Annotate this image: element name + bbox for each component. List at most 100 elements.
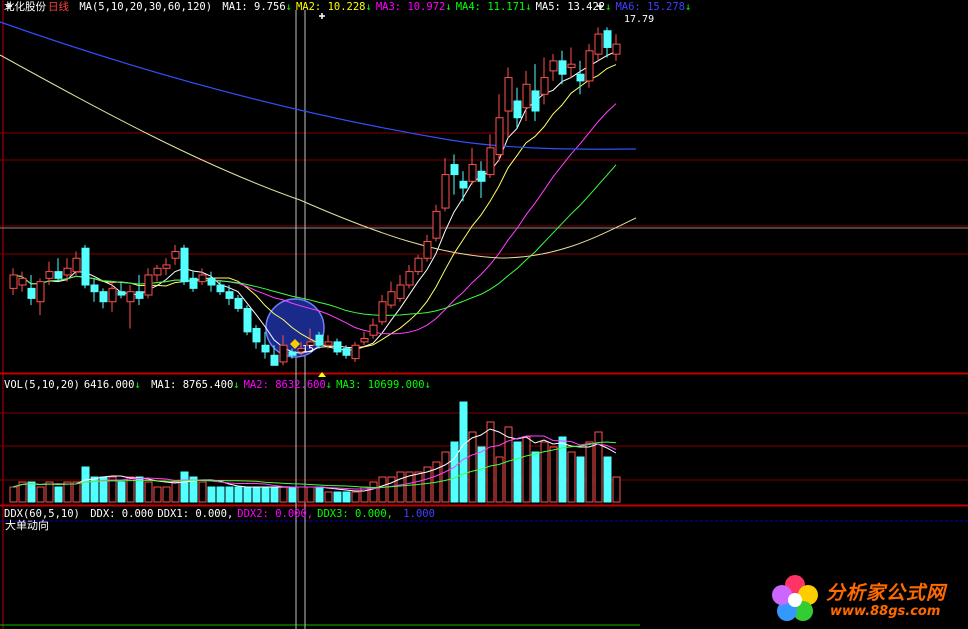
candle-body — [459, 180, 468, 189]
candle-body — [99, 291, 108, 303]
candle-body — [522, 83, 531, 109]
volume-bar — [180, 471, 189, 503]
volume-bar — [387, 476, 396, 503]
candle-body — [531, 90, 540, 112]
vol-indicator: VOL(5,10,20) — [4, 379, 80, 391]
volume-bar — [270, 486, 279, 503]
ma-indicator: MA(5,10,20,30,60,120) — [79, 1, 213, 13]
vol-header: VOL(5,10,20) 6416.000↓ MA1: 8765.400↓ MA2:… — [4, 378, 439, 392]
volume-bar — [549, 446, 558, 503]
candle-body — [468, 164, 477, 182]
candle-body — [108, 287, 117, 303]
candle-body — [180, 247, 189, 283]
volume-bar — [261, 486, 270, 503]
volume-bar — [441, 451, 450, 503]
candle-body — [135, 291, 144, 299]
ddx-item-0: DDX: 0.000 — [90, 508, 154, 520]
volume-bar — [171, 481, 180, 503]
candle-body — [198, 274, 207, 283]
candle-body — [594, 33, 603, 55]
candle-body — [414, 257, 423, 273]
ddx-item-4: 1.000 — [396, 508, 435, 520]
volume-bar — [306, 486, 315, 503]
candle-body — [360, 338, 369, 343]
candle-body — [117, 291, 126, 296]
volume-bar — [234, 486, 243, 503]
candle-body — [63, 267, 72, 276]
volume-bar — [378, 476, 387, 503]
volume-bar — [414, 471, 423, 503]
volume-bar — [603, 456, 612, 503]
ma-arrow-3: ↓ — [525, 1, 532, 13]
candle-body — [270, 354, 279, 366]
volume-bar — [225, 486, 234, 503]
candle-body — [90, 284, 99, 293]
candle-body — [54, 271, 63, 279]
candle-body — [549, 60, 558, 72]
candle-body — [261, 344, 270, 353]
ddx-item-1: DDX1: 0.000, — [157, 508, 234, 520]
candle-body — [351, 344, 360, 360]
volume-bar — [486, 421, 495, 503]
candle-body — [225, 291, 234, 299]
volume-bar — [396, 471, 405, 503]
volume-bar — [9, 486, 18, 503]
volume-bar — [612, 476, 621, 503]
ma-arrow-4: ↓ — [605, 1, 612, 13]
stock-name[interactable]: 北化股份 — [4, 1, 46, 13]
volume-bar — [468, 431, 477, 503]
candle-body — [405, 271, 414, 286]
candle-body — [72, 257, 81, 273]
candle-body — [387, 291, 396, 306]
high-price-label: 17.79 — [624, 14, 654, 25]
logo-text[interactable]: 分析家公式网 — [826, 578, 946, 605]
candle-body — [432, 210, 441, 239]
ma-arrow-5: ↓ — [685, 1, 692, 13]
volume-bar — [531, 451, 540, 503]
candle-body — [18, 277, 27, 286]
candle-body — [153, 267, 162, 276]
volume-bar — [504, 426, 513, 503]
candle-body — [513, 100, 522, 119]
candle-body — [558, 60, 567, 75]
candle-body — [396, 284, 405, 299]
candle-body — [243, 307, 252, 333]
volume-bar — [216, 486, 225, 503]
volume-bar — [153, 486, 162, 503]
ddx-item-2: DDX2: 0.000, — [237, 508, 314, 520]
candle-body — [378, 301, 387, 323]
volume-bar — [243, 486, 252, 503]
volume-bar — [522, 436, 531, 503]
flower-logo-icon — [772, 575, 818, 621]
volume-bar — [54, 486, 63, 503]
volume-bar — [333, 491, 342, 503]
logo-url[interactable]: www.88gs.com — [830, 604, 940, 619]
volume-bar — [27, 481, 36, 503]
volume-bar — [252, 486, 261, 503]
volma-arrow-0: ↓ — [233, 379, 240, 391]
candle-body — [324, 341, 333, 346]
ma-arrow-0: ↓ — [285, 1, 292, 13]
candle-body — [144, 274, 153, 296]
ddx-item-3: DDX3: 0.000, — [317, 508, 393, 520]
candle-body — [279, 344, 288, 363]
low-price-label: 15 — [302, 344, 314, 355]
volma-arrow-1: ↓ — [325, 379, 333, 391]
candle-body — [504, 77, 513, 112]
kline-chart: 17.79 15 — [0, 0, 968, 629]
candle-body — [585, 50, 594, 82]
volume-bar — [324, 491, 333, 503]
candle-body — [252, 328, 261, 343]
candle-body — [288, 351, 297, 356]
candle-body — [423, 241, 432, 259]
candle-body — [207, 277, 216, 286]
volume-bar — [297, 486, 306, 503]
candle-body — [9, 274, 18, 289]
period-label[interactable]: 日线 — [48, 1, 69, 13]
volume-bar — [315, 486, 324, 503]
candle-body — [27, 287, 36, 299]
candle-body — [495, 117, 504, 156]
volma-item-2: MA3: 10699.000 — [336, 379, 425, 391]
volume-bar — [585, 441, 594, 503]
site-logo: 分析家公式网 www.88gs.com — [768, 568, 968, 629]
